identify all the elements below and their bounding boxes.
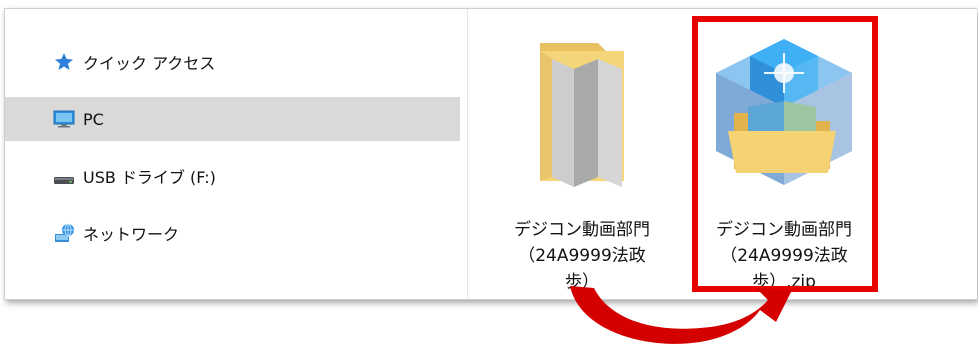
monitor-icon xyxy=(53,108,75,130)
sidebar-item-label: PC xyxy=(83,109,104,129)
network-icon xyxy=(53,222,75,244)
file-item-folder[interactable]: デジコン動画部門 （24A9999法政 歩） xyxy=(502,31,662,299)
folder-icon xyxy=(502,31,662,191)
sidebar-item-label: ネットワーク xyxy=(83,225,180,244)
sidebar-item-quick-access[interactable]: クイック アクセス xyxy=(5,40,460,84)
sidebar-item-label: USB ドライブ (F:) xyxy=(83,168,216,187)
sidebar-item-network[interactable]: ネットワーク xyxy=(5,211,460,255)
highlight-box xyxy=(692,16,878,292)
sidebar-item-pc[interactable]: PC xyxy=(5,97,460,141)
star-icon xyxy=(53,51,75,73)
curved-arrow-icon xyxy=(570,286,792,344)
navigation-pane: クイック アクセス PC USB ドライブ (F:) ネットワーク xyxy=(5,9,468,299)
sidebar-item-usb-drive[interactable]: USB ドライブ (F:) xyxy=(5,154,460,198)
sidebar-item-label: クイック アクセス xyxy=(83,54,216,73)
usb-drive-icon xyxy=(53,165,75,187)
